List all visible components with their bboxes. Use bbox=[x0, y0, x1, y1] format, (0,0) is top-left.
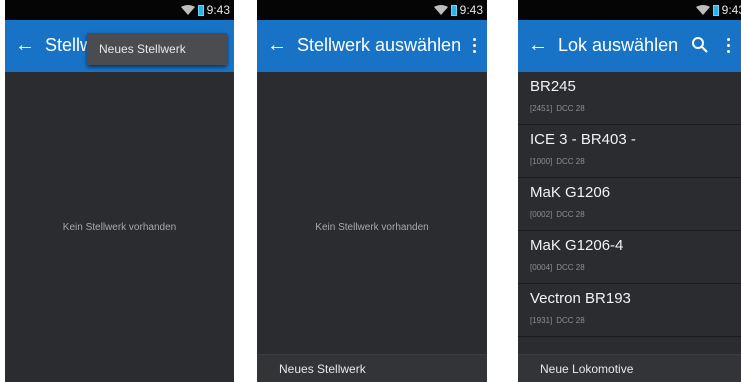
loco-address: [0002] bbox=[530, 210, 553, 219]
loco-name: MaK G1206-4 bbox=[530, 237, 624, 254]
loco-name: Vectron BR193 bbox=[530, 290, 631, 307]
loco-list-item[interactable]: ICE 3 - BR403 - [1000] DCC 28 bbox=[518, 125, 741, 178]
loco-protocol: DCC 28 bbox=[556, 104, 585, 113]
new-loco-button[interactable]: Neue Lokomotive bbox=[518, 354, 741, 382]
new-stellwerk-button[interactable]: Neues Stellwerk bbox=[257, 354, 487, 382]
loco-list-item[interactable]: MaK G1206 [0002] DCC 28 bbox=[518, 178, 741, 231]
app-bar: ← Lok auswählen bbox=[518, 20, 741, 72]
loco-list-item[interactable]: BR245 [2451] DCC 28 bbox=[518, 72, 741, 125]
loco-protocol: DCC 28 bbox=[556, 263, 585, 272]
loco-protocol: DCC 28 bbox=[556, 316, 585, 325]
search-icon[interactable] bbox=[691, 36, 709, 54]
screen-loco-select: 9:43 ← Lok auswählen BR245 [2451]DCC 28 … bbox=[518, 0, 741, 382]
loco-address: [1931] bbox=[530, 316, 553, 325]
wifi-icon bbox=[433, 5, 448, 15]
screen-stellwerk-select: 9:43 ← Stellwerk auswählen Kein Stellwer… bbox=[257, 0, 487, 382]
screen-stellwerk-menu: 9:43 ← Stellw Neues Stellwerk Kein Stell… bbox=[5, 0, 234, 382]
loco-name: MaK G1206 bbox=[530, 184, 611, 201]
battery-icon bbox=[712, 4, 719, 16]
battery-icon bbox=[450, 4, 457, 16]
status-bar: 9:43 bbox=[5, 0, 234, 20]
loco-address: [0004] bbox=[530, 263, 553, 272]
loco-name: BR245 bbox=[530, 78, 576, 95]
overflow-menu-icon[interactable] bbox=[723, 34, 733, 56]
wifi-icon bbox=[180, 5, 195, 15]
status-time: 9:43 bbox=[721, 3, 741, 17]
loco-address: [1000] bbox=[530, 157, 553, 166]
app-bar-title: Stellw bbox=[45, 35, 94, 55]
loco-list: BR245 [2451] DCC 28 ICE 3 - BR403 - [1000… bbox=[518, 72, 741, 337]
battery-icon bbox=[197, 4, 204, 16]
back-arrow-icon[interactable]: ← bbox=[15, 34, 35, 56]
popup-menu-item-new-stellwerk[interactable]: Neues Stellwerk bbox=[87, 33, 227, 65]
loco-name: ICE 3 - BR403 - bbox=[530, 131, 636, 148]
status-time: 9:43 bbox=[459, 3, 483, 17]
back-arrow-icon[interactable]: ← bbox=[267, 34, 287, 56]
app-bar-title: Stellwerk auswählen bbox=[297, 35, 462, 55]
status-bar: 9:43 bbox=[257, 0, 487, 20]
empty-state-text: Kein Stellwerk vorhanden bbox=[315, 222, 429, 233]
app-bar-title: Lok auswählen bbox=[558, 35, 679, 55]
loco-list-item[interactable]: MaK G1206-4 [0004] DCC 28 bbox=[518, 231, 741, 284]
back-arrow-icon[interactable]: ← bbox=[528, 34, 548, 56]
empty-state-text: Kein Stellwerk vorhanden bbox=[62, 222, 177, 233]
loco-list-item[interactable]: Vectron BR193 [1931] DCC 28 bbox=[518, 284, 741, 337]
wifi-icon bbox=[695, 5, 710, 15]
status-time: 9:43 bbox=[206, 3, 230, 17]
loco-address: [2451] bbox=[530, 104, 553, 113]
loco-protocol: DCC 28 bbox=[556, 210, 585, 219]
app-bar: ← Stellwerk auswählen bbox=[257, 20, 487, 72]
loco-protocol: DCC 28 bbox=[556, 157, 585, 166]
overflow-menu-icon[interactable] bbox=[469, 34, 479, 56]
status-bar: 9:43 bbox=[518, 0, 741, 20]
